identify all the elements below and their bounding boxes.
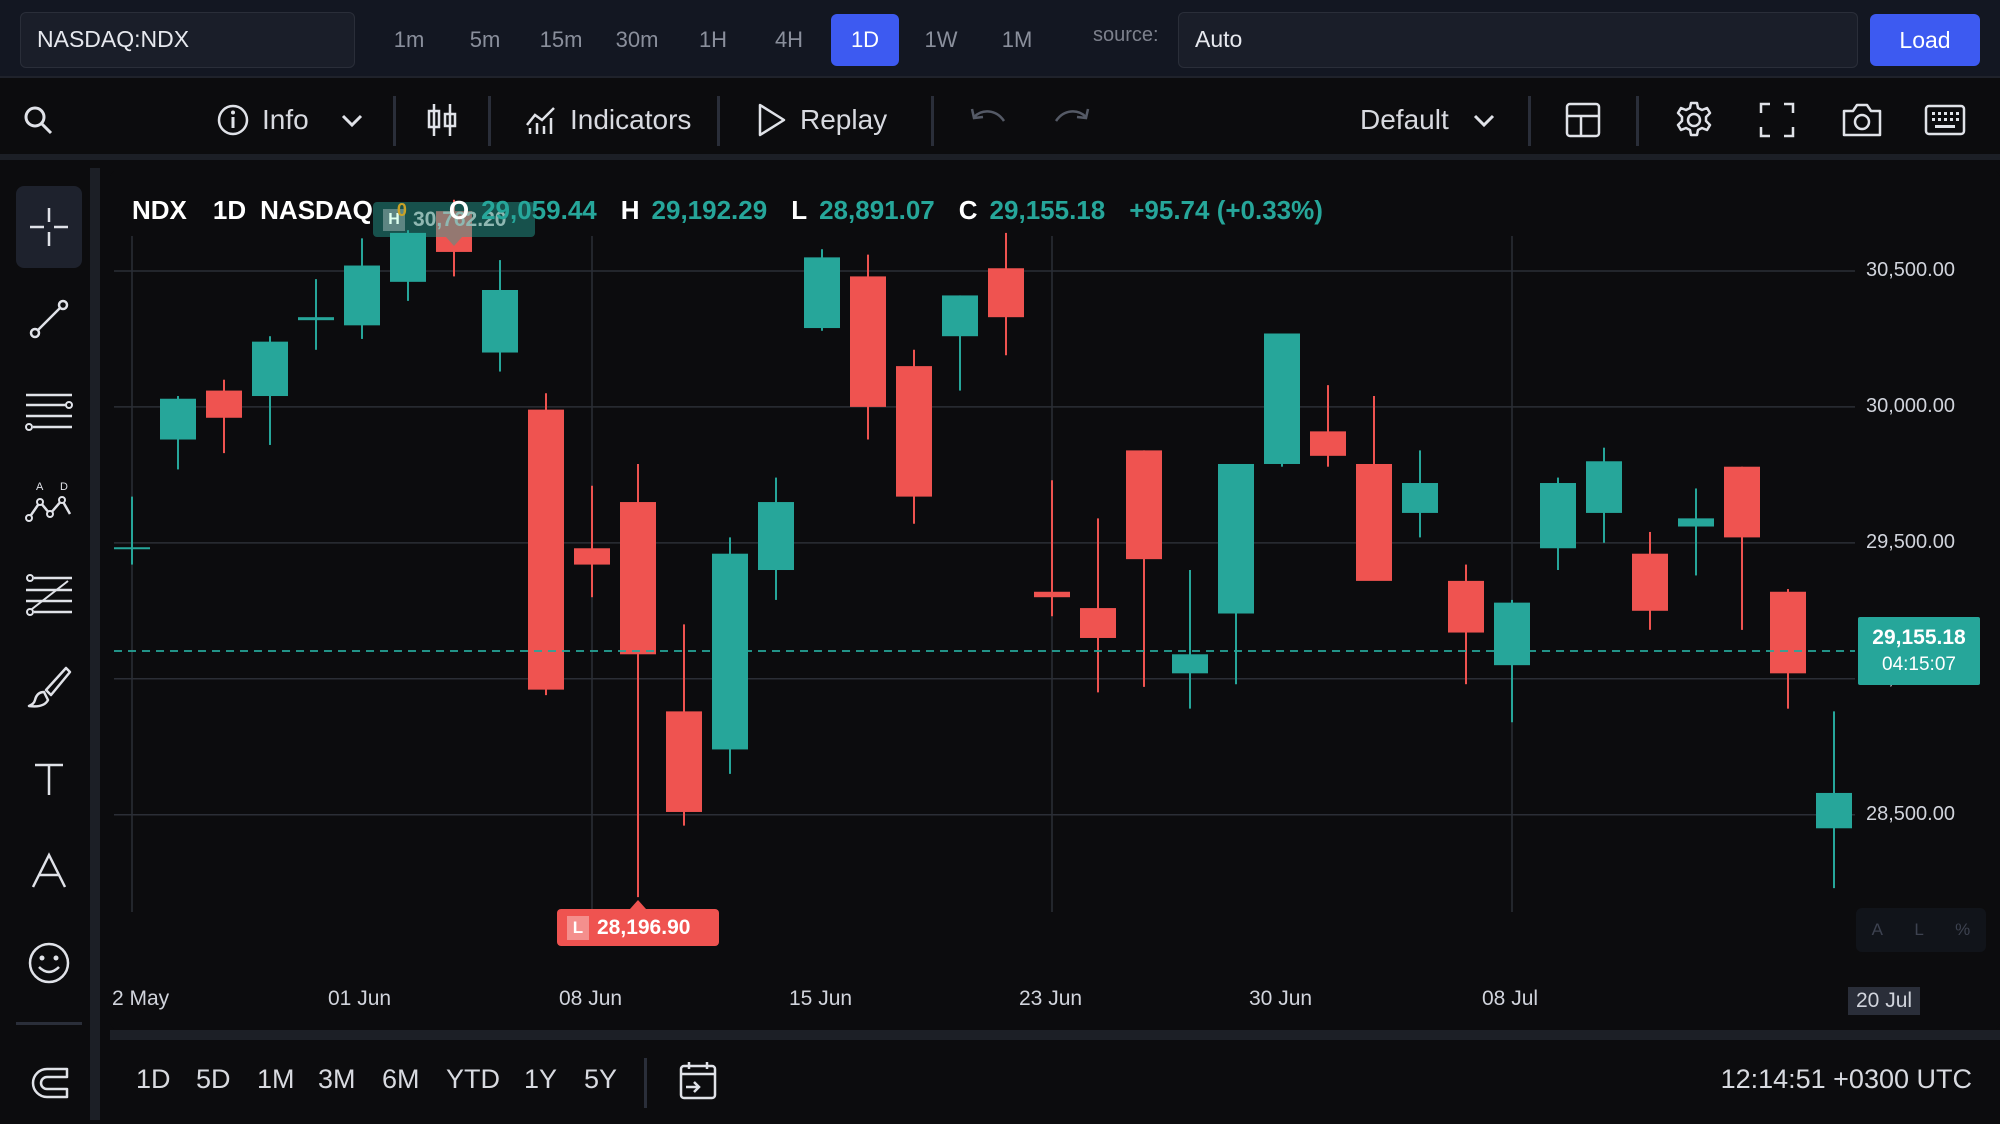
price-axis-label: 30,500.00 bbox=[1866, 258, 1955, 281]
range-6m-button[interactable]: 6M bbox=[382, 1064, 420, 1095]
candle-body bbox=[988, 268, 1024, 318]
low-marker-pointer bbox=[630, 900, 646, 909]
legend-change: +95.74 (+0.33%) bbox=[1129, 194, 1323, 225]
candle-body bbox=[1586, 461, 1622, 513]
ohlc-legend: NDX 1D NASDAQ 0 O 29,059.44 H 29,192.29 … bbox=[132, 190, 1347, 230]
candle-body bbox=[1448, 580, 1484, 633]
low-value: 28,196.90 bbox=[597, 915, 691, 939]
candle-body bbox=[344, 265, 380, 326]
candle-body bbox=[1770, 591, 1806, 674]
candle-body bbox=[1632, 553, 1668, 611]
candle-body bbox=[1080, 608, 1116, 638]
range-5d-button[interactable]: 5D bbox=[196, 1064, 231, 1095]
legend-open-value: 29,059.44 bbox=[481, 194, 597, 225]
candle-body bbox=[620, 502, 656, 655]
legend-close-value: 29,155.18 bbox=[989, 194, 1106, 225]
magnet-tool[interactable] bbox=[16, 1042, 82, 1124]
candle-body bbox=[896, 366, 932, 497]
date-axis-label: 15 Jun bbox=[789, 987, 853, 1010]
legend-exchange: NASDAQ bbox=[260, 194, 373, 225]
last-price-tag: 29,155.18 04:15:07 bbox=[1858, 617, 1980, 685]
candle-body bbox=[206, 390, 242, 418]
candle-body bbox=[758, 502, 794, 571]
date-axis-label: 23 Jun bbox=[1019, 987, 1083, 1010]
candle-body bbox=[160, 398, 196, 440]
candle-body bbox=[252, 341, 288, 397]
candle-body bbox=[666, 711, 702, 812]
date-axis-label: 2 May bbox=[112, 987, 170, 1010]
bottom-bar: 12:14:51 +0300 UTC 1D 5D 1M 3M 6M YTD 1Y 5Y bbox=[110, 1040, 2000, 1120]
auto-scale-button[interactable]: A bbox=[1872, 920, 1883, 940]
legend-open-label: O bbox=[448, 194, 470, 225]
low-marker: L 28,196.90 bbox=[557, 909, 719, 946]
candle-body bbox=[482, 289, 518, 353]
range-3m-button[interactable]: 3M bbox=[318, 1064, 356, 1095]
candle-body bbox=[390, 232, 426, 282]
candle-body bbox=[1402, 483, 1438, 513]
legend-status: 0 bbox=[396, 199, 407, 220]
date-axis-label: 20 Jul bbox=[1848, 987, 1921, 1015]
date-axis-label: 30 Jun bbox=[1249, 987, 1313, 1010]
chart-bottom-border bbox=[110, 1030, 2000, 1040]
low-badge: L bbox=[567, 915, 589, 940]
log-scale-button[interactable]: L bbox=[1914, 920, 1923, 940]
candle-body bbox=[1310, 431, 1346, 456]
candle-body bbox=[850, 276, 886, 407]
divider bbox=[644, 1058, 647, 1108]
candle-body bbox=[1264, 333, 1300, 464]
candle-body bbox=[574, 548, 610, 565]
candlestick-chart[interactable] bbox=[0, 0, 2000, 1040]
candle-body bbox=[1126, 450, 1162, 560]
candle-body bbox=[1724, 466, 1760, 538]
legend-low-value: 28,891.07 bbox=[819, 194, 935, 225]
legend-high-label: H bbox=[620, 194, 640, 225]
candle-body bbox=[1494, 602, 1530, 666]
legend-symbol[interactable]: NDX bbox=[132, 195, 187, 226]
range-1m-button[interactable]: 1M bbox=[257, 1064, 295, 1095]
date-axis-label: 08 Jul bbox=[1482, 987, 1539, 1010]
clock[interactable]: 12:14:51 +0300 UTC bbox=[1721, 1064, 1972, 1095]
candle-body bbox=[298, 317, 334, 321]
candle-body bbox=[528, 409, 564, 690]
percent-scale-button[interactable]: % bbox=[1955, 920, 1970, 940]
price-axis-label: 29,500.00 bbox=[1866, 530, 1955, 553]
goto-date-button[interactable] bbox=[678, 1060, 718, 1107]
candle-body bbox=[1172, 654, 1208, 674]
last-price-value: 29,155.18 bbox=[1872, 626, 1966, 649]
price-axis-label: 28,500.00 bbox=[1866, 802, 1955, 825]
scale-buttons: A L % bbox=[1856, 908, 1986, 952]
range-ytd-button[interactable]: YTD bbox=[446, 1064, 500, 1095]
candle-body bbox=[1218, 463, 1254, 614]
range-5y-button[interactable]: 5Y bbox=[584, 1064, 617, 1095]
candle-body bbox=[1356, 463, 1392, 581]
magnet-icon bbox=[31, 1067, 69, 1099]
calendar-icon bbox=[679, 1062, 717, 1100]
candle-body bbox=[1540, 483, 1576, 549]
price-axis-label: 30,000.00 bbox=[1866, 394, 1955, 417]
date-axis-label: 08 Jun bbox=[559, 987, 623, 1010]
candle-body bbox=[804, 257, 840, 329]
legend-close-label: C bbox=[958, 194, 978, 225]
legend-interval: 1D bbox=[212, 194, 247, 225]
candle-body bbox=[1034, 591, 1070, 598]
legend-low-label: L bbox=[791, 194, 808, 225]
candle-body bbox=[1816, 792, 1852, 829]
legend-high-value: 29,192.29 bbox=[651, 194, 768, 225]
candle-body bbox=[942, 295, 978, 337]
candle-body bbox=[1678, 518, 1714, 527]
range-1d-button[interactable]: 1D bbox=[136, 1064, 171, 1095]
range-1y-button[interactable]: 1Y bbox=[524, 1064, 557, 1095]
bar-countdown: 04:15:07 bbox=[1882, 654, 1956, 675]
date-axis-label: 01 Jun bbox=[328, 987, 392, 1010]
